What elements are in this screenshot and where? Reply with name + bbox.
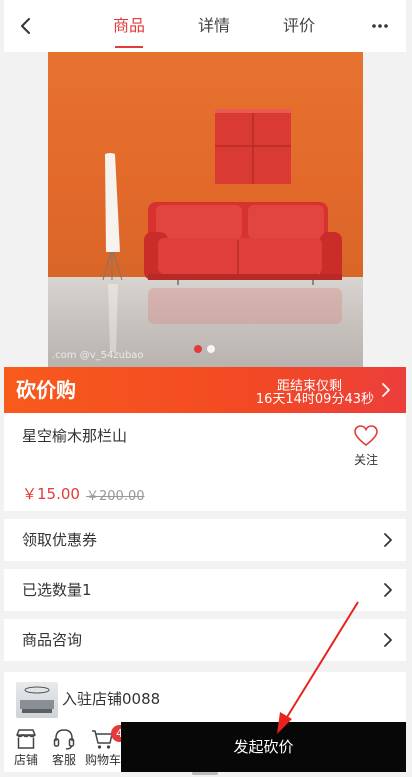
product-name: 星空榆木那栏山 [22, 427, 128, 445]
store-name: 入驻店铺0088 [62, 690, 161, 708]
customer-service-button[interactable]: 客服 [45, 722, 83, 772]
heart-icon [354, 425, 378, 447]
store-photo [20, 686, 54, 713]
current-price: ￥15.00 [22, 485, 80, 503]
store-icon [16, 729, 36, 749]
coupon-label: 领取优惠券 [22, 531, 98, 549]
start-bargain-button[interactable]: 发起砍价 [121, 722, 406, 772]
product-photo [102, 109, 342, 352]
tab-reviews[interactable]: 评价 [264, 0, 334, 52]
cart-button[interactable]: 购物车 4 [83, 722, 128, 772]
follow-button[interactable]: 关注 [348, 425, 384, 468]
quantity-label: 已选数量1 [22, 581, 92, 599]
original-price: ￥200.00 [86, 489, 145, 504]
follow-label: 关注 [353, 453, 378, 467]
headset-icon [53, 729, 75, 750]
cart-label: 购物车 [84, 753, 121, 767]
carousel-indicator [194, 345, 215, 353]
quantity-row[interactable]: 已选数量1 [4, 569, 406, 611]
carousel-dot[interactable] [207, 345, 215, 353]
home-indicator [192, 772, 218, 775]
ellipsis-icon[interactable] [368, 14, 392, 38]
countdown-timer: 16天14时09分43秒 [255, 392, 374, 407]
chevron-right-icon [384, 633, 392, 647]
store-label: 店铺 [13, 753, 38, 767]
image-watermark: .com @v_54zubao [52, 350, 144, 361]
chevron-right-icon [384, 583, 392, 597]
product-info: 星空榆木那栏山 关注 ￥15.00 ￥200.00 [4, 413, 406, 511]
chevron-right-icon[interactable] [376, 380, 396, 400]
inquiry-label: 商品咨询 [22, 631, 83, 649]
product-page: 商品 详情 评价 .com @v_54zubao 砍价购 距结束仅剩 16天14… [4, 0, 406, 777]
bargain-banner[interactable]: 砍价购 距结束仅剩 16天14时09分43秒 [4, 367, 406, 413]
product-image-carousel[interactable]: .com @v_54zubao [48, 52, 363, 367]
chevron-right-icon [384, 533, 392, 547]
tab-details[interactable]: 详情 [179, 0, 249, 52]
store-thumbnail [16, 682, 58, 718]
top-header: 商品 详情 评价 [4, 0, 406, 52]
bottom-action-bar: 店铺 客服 购物车 4 发起砍价 [4, 722, 406, 772]
coupon-row[interactable]: 领取优惠券 [4, 519, 406, 561]
chevron-left-icon[interactable] [14, 14, 38, 38]
carousel-dot-active[interactable] [194, 345, 202, 353]
inquiry-row[interactable]: 商品咨询 [4, 619, 406, 661]
bargain-title: 砍价购 [16, 378, 76, 402]
tab-product[interactable]: 商品 [94, 0, 164, 52]
store-button[interactable]: 店铺 [7, 722, 45, 772]
tab-bar: 商品 详情 评价 [94, 0, 334, 52]
service-label: 客服 [51, 753, 76, 767]
